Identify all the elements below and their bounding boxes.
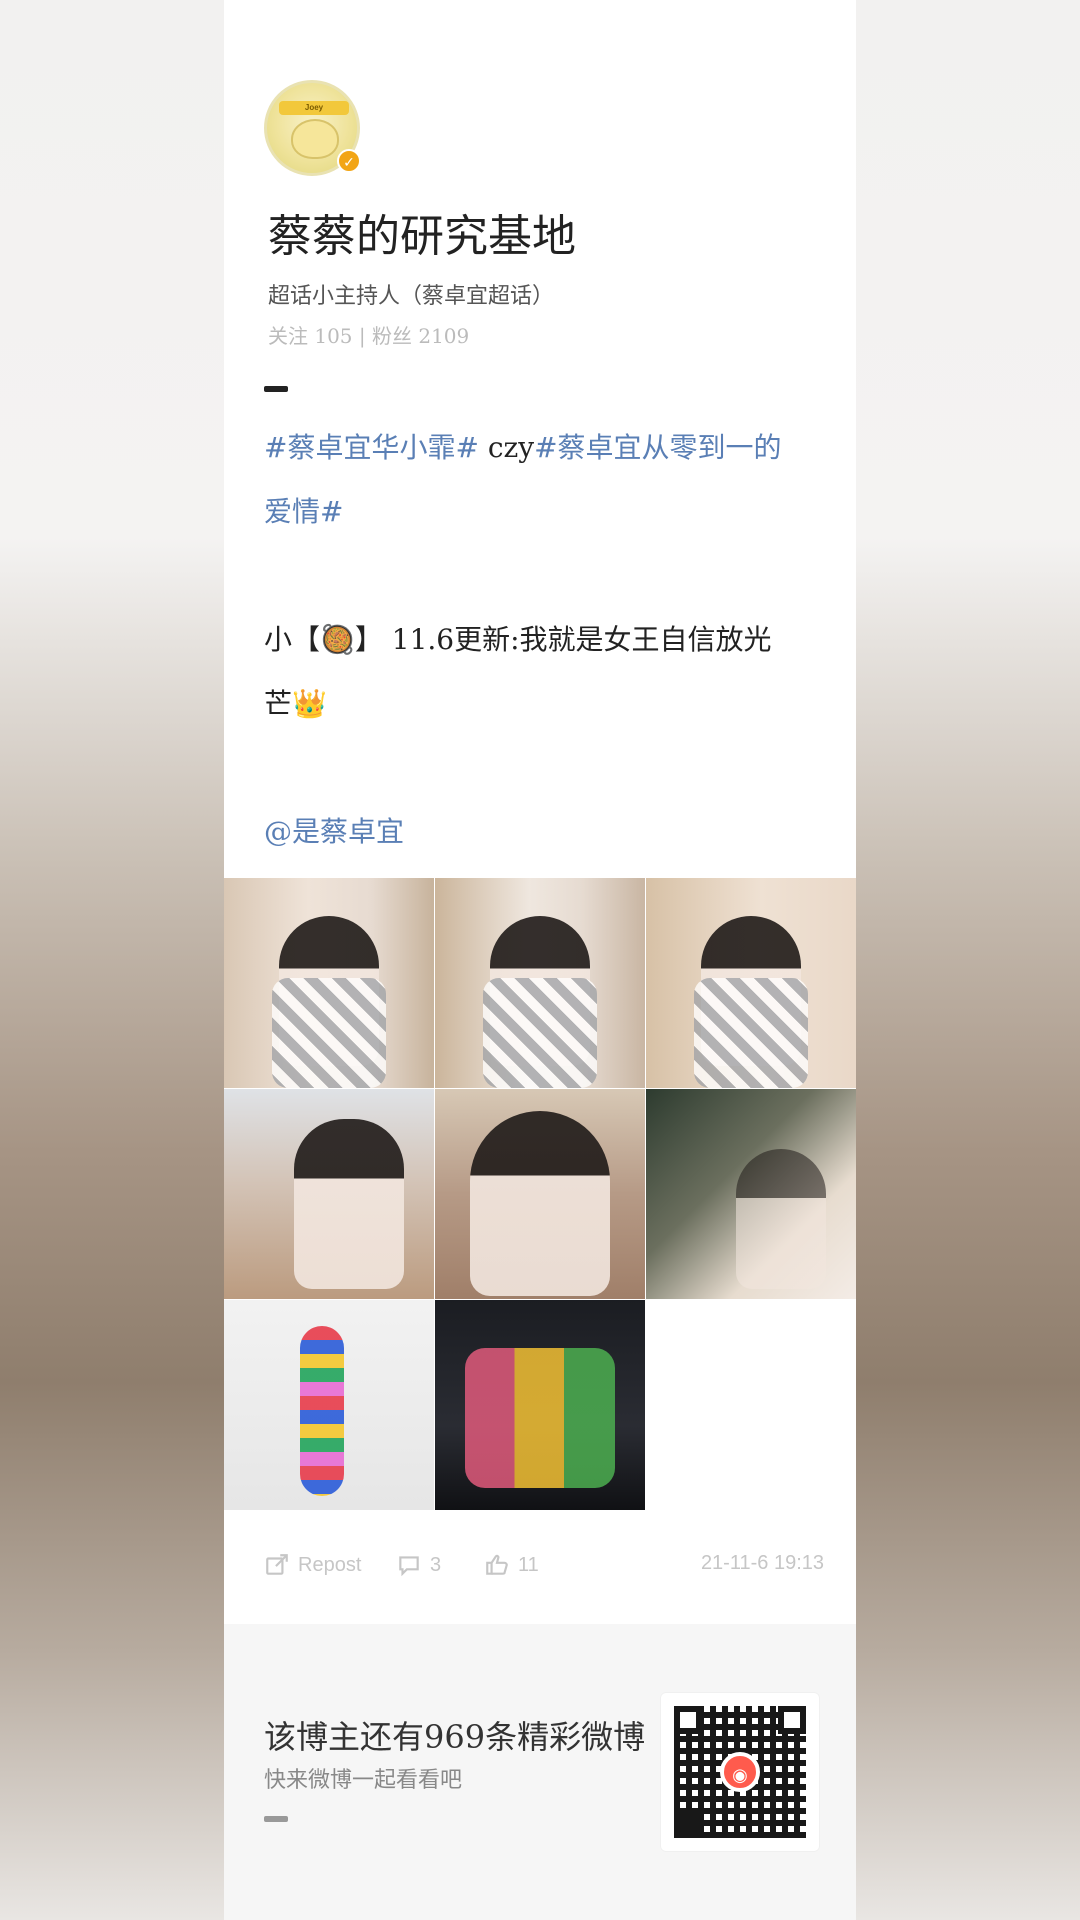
page-title: 蔡蔡的研究基地: [268, 211, 576, 262]
profile-stats: 关注 105 | 粉丝 2109: [268, 324, 470, 348]
photo-3[interactable]: [646, 878, 856, 1088]
empty-photo-slot: [646, 1300, 856, 1510]
photo-4[interactable]: [224, 1089, 434, 1299]
footer-divider: [264, 1816, 288, 1822]
photo-grid: [224, 878, 856, 1510]
promo-main-text: 该博主还有969条精彩微博: [264, 1718, 646, 1756]
post-timestamp: 21-11-6 19:13: [700, 1552, 824, 1574]
mention-link[interactable]: @是蔡卓宜: [264, 800, 824, 864]
photo-8[interactable]: [435, 1300, 645, 1510]
photo-2[interactable]: [435, 878, 645, 1088]
post-actions: Repost 3 11 21-11-6 19:13: [264, 1544, 824, 1584]
hashtag-link[interactable]: #蔡卓宜从零到一的: [534, 431, 781, 464]
qr-code[interactable]: ◉: [660, 1692, 820, 1852]
verified-badge-icon: ✓: [337, 149, 361, 173]
post-line-3: 小【🥘】 11.6更新:我就是女王自信放光: [264, 623, 772, 656]
comment-action[interactable]: 3: [396, 1552, 441, 1578]
post-line-4: 芒👑: [264, 687, 327, 720]
footer-promo: 该博主还有969条精彩微博 快来微博一起看看吧 ◉: [224, 1624, 856, 1920]
post-line-2: 爱情#: [264, 480, 824, 544]
comment-count: 3: [430, 1553, 442, 1576]
avatar-face-icon: [291, 119, 339, 159]
hashtag-link[interactable]: #蔡卓宜华小霏#: [264, 431, 479, 464]
like-icon: [484, 1552, 510, 1578]
hashtag-link[interactable]: 爱情#: [264, 495, 343, 528]
promo-sub-text: 快来微博一起看看吧: [264, 1768, 463, 1793]
photo-6[interactable]: [646, 1089, 856, 1299]
profile-subtitle: 超话小主持人（蔡卓宜超话）: [268, 284, 555, 309]
weibo-logo-icon: ◉: [720, 1752, 760, 1792]
repost-icon: [264, 1552, 290, 1578]
divider: [264, 386, 288, 392]
photo-7[interactable]: [224, 1300, 434, 1510]
comment-icon: [396, 1552, 422, 1578]
like-action[interactable]: 11: [484, 1552, 539, 1578]
avatar-label: Joey: [279, 101, 349, 115]
weibo-post-card: Joey ✓ 蔡蔡的研究基地 超话小主持人（蔡卓宜超话） 关注 105 | 粉丝…: [224, 0, 856, 1920]
post-line-1: #蔡卓宜华小霏# czy#蔡卓宜从零到一的: [264, 416, 824, 480]
repost-label: Repost: [298, 1553, 362, 1576]
photo-5[interactable]: [435, 1089, 645, 1299]
avatar[interactable]: Joey ✓: [264, 80, 361, 176]
post-text: #蔡卓宜华小霏# czy#蔡卓宜从零到一的 爱情# 小【🥘】 11.6更新:我就…: [264, 416, 824, 864]
repost-action[interactable]: Repost: [264, 1552, 361, 1578]
photo-1[interactable]: [224, 878, 434, 1088]
like-count: 11: [518, 1553, 539, 1576]
post-text-fragment: czy: [478, 431, 535, 464]
